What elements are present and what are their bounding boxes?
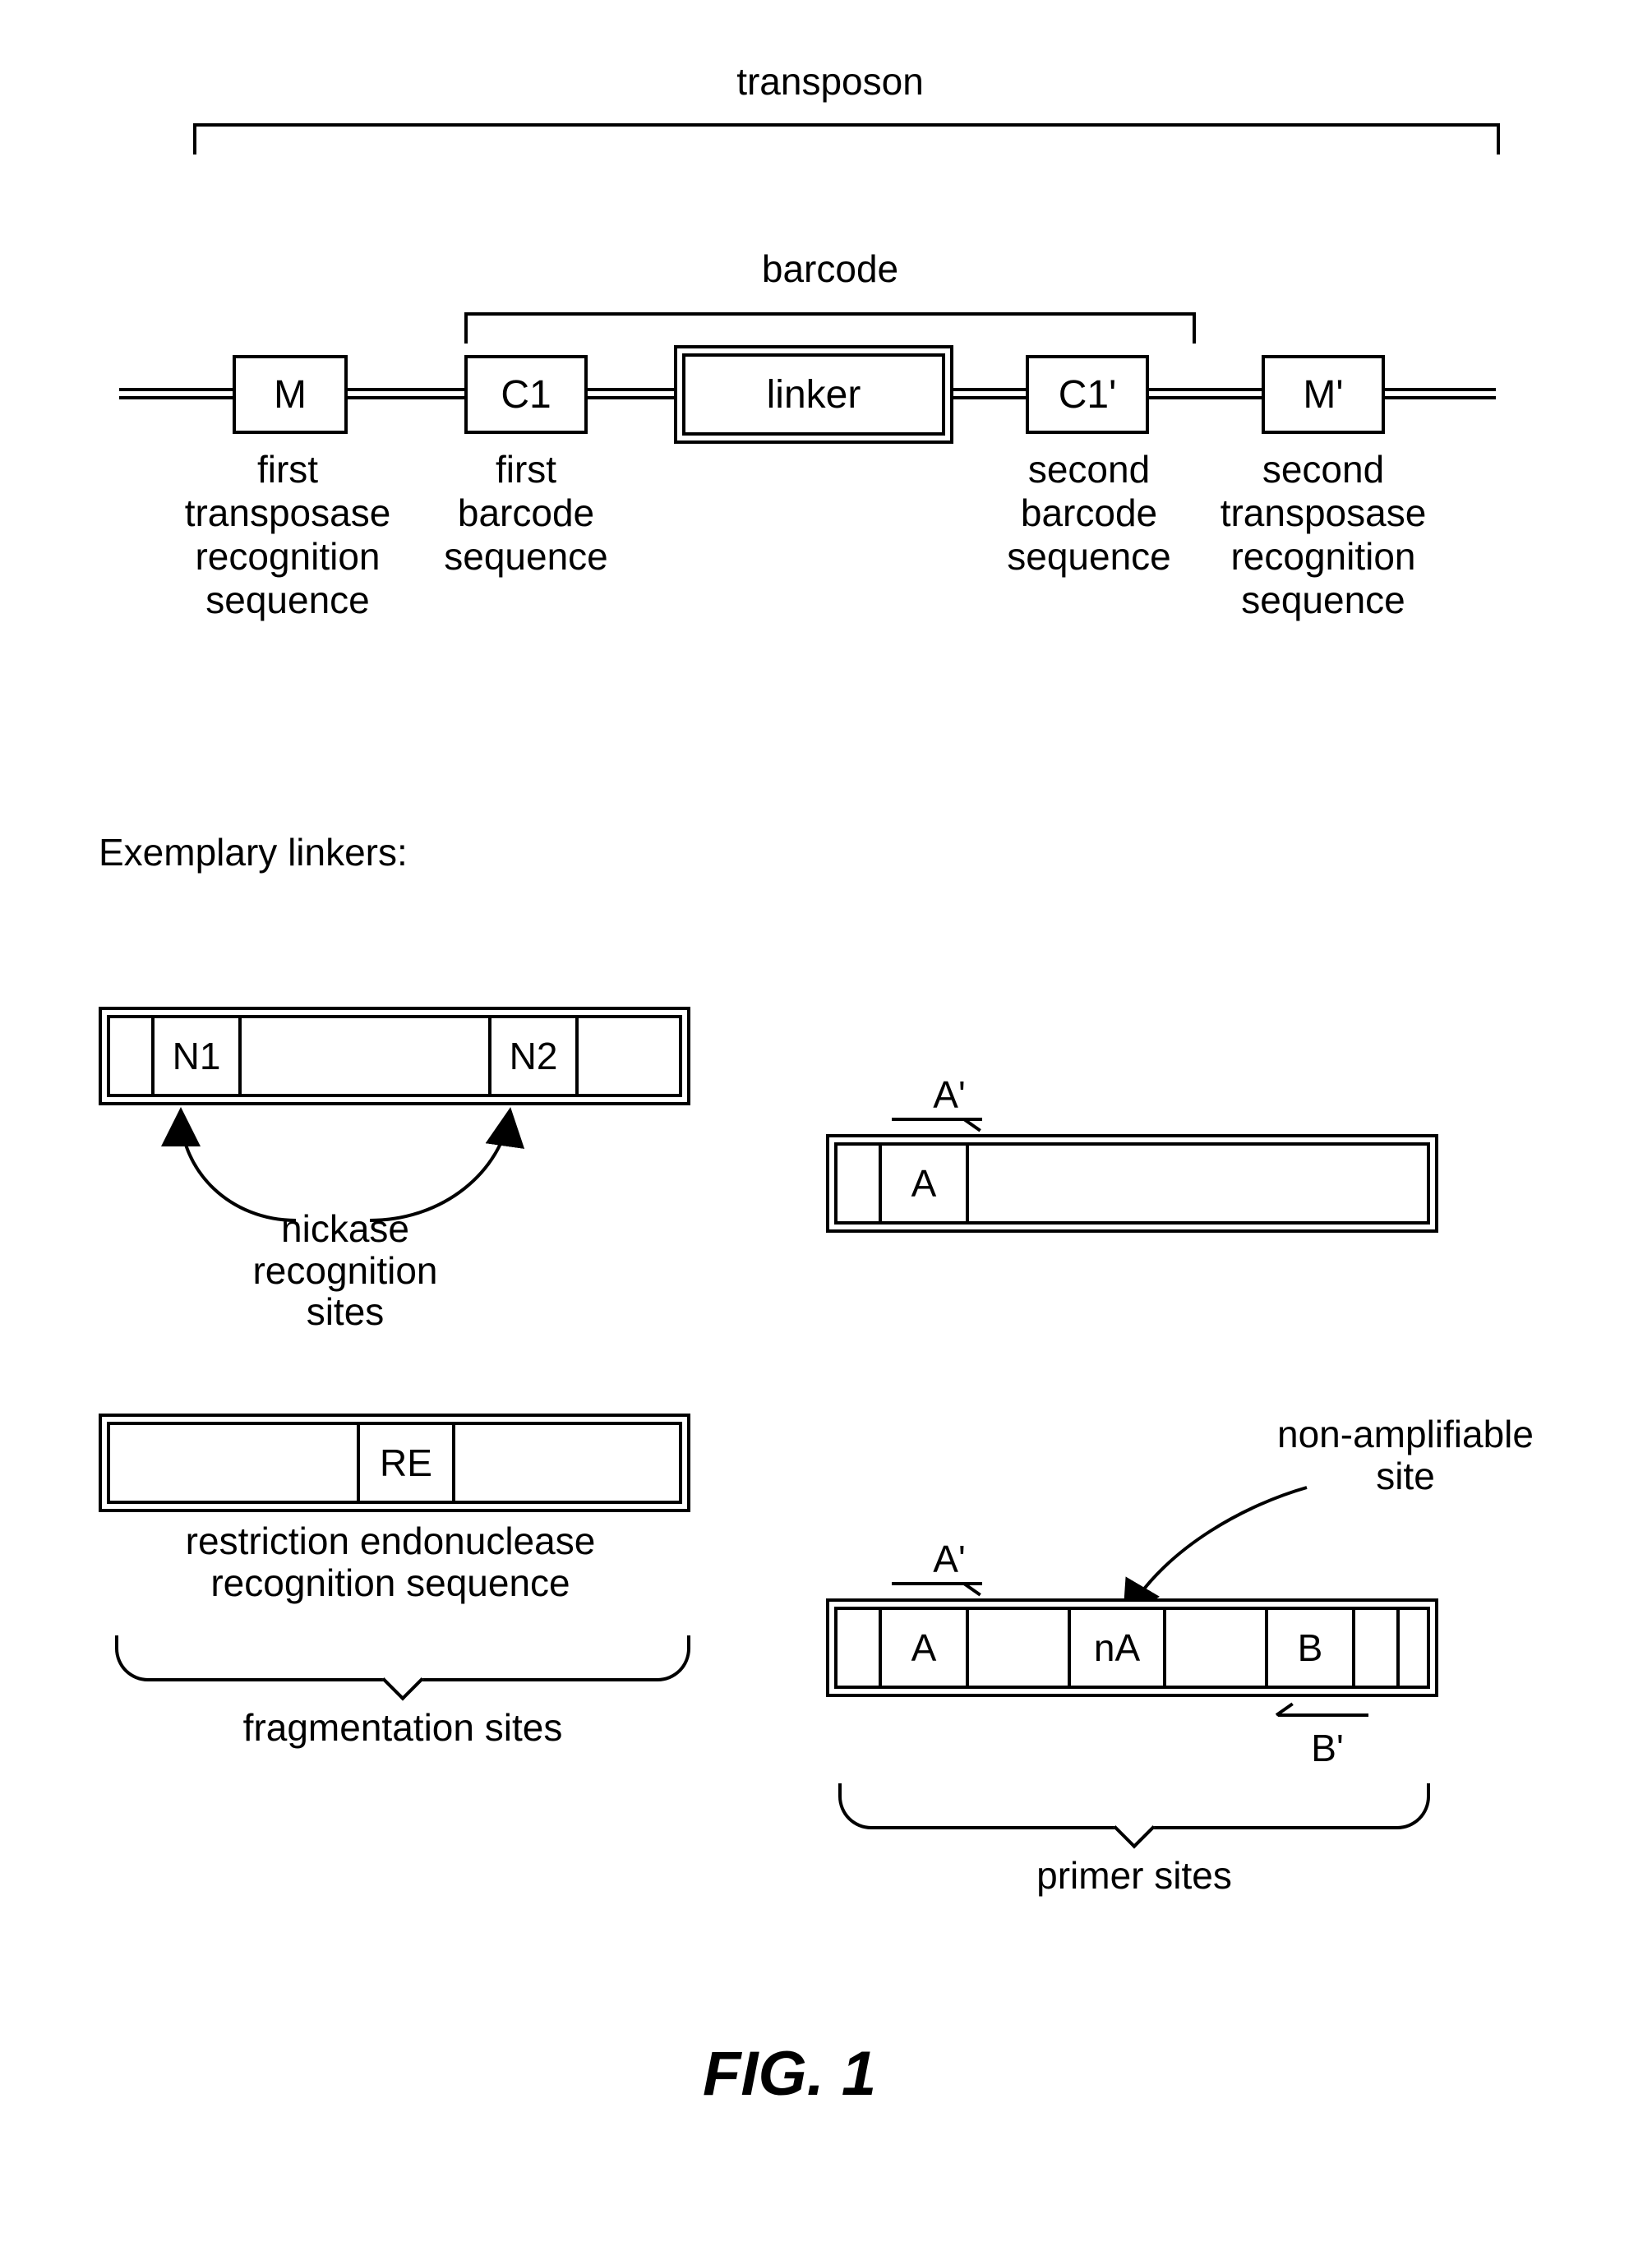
re-linker-box: RE xyxy=(99,1414,690,1512)
barcode-label: barcode xyxy=(723,247,937,291)
second-transposase-label: second transposase recognition sequence xyxy=(1192,448,1455,622)
barcode-bracket xyxy=(464,312,1196,316)
first-transposase-label: first transposase recognition sequence xyxy=(156,448,419,622)
seg-N2: N2 xyxy=(488,1018,579,1094)
primer-sites-label: primer sites xyxy=(986,1853,1282,1898)
seg-A-2: A xyxy=(882,1610,969,1686)
nickase-linker-box: N1 N2 xyxy=(99,1007,690,1105)
exemplary-linkers-heading: Exemplary linkers: xyxy=(99,830,592,874)
fragmentation-label: fragmentation sites xyxy=(214,1705,592,1750)
dna-rule xyxy=(953,388,1027,399)
box-linker-inner: linker xyxy=(682,353,945,436)
primer-Bp xyxy=(1278,1713,1368,1717)
restriction-label: restriction endonuclease recognition seq… xyxy=(127,1520,653,1603)
seg-nA: nA xyxy=(1068,1610,1166,1686)
box-M: M xyxy=(233,355,348,434)
box-Mp: M' xyxy=(1262,355,1385,434)
box-C1p: C1' xyxy=(1026,355,1149,434)
dna-rule xyxy=(1147,388,1262,399)
primer-sites-brace xyxy=(838,1783,1430,1829)
dna-rule xyxy=(119,388,234,399)
seg-A-1: A xyxy=(882,1146,969,1221)
figure-title: FIG. 1 xyxy=(703,2038,876,2110)
primer-linker-box-2: A nA B xyxy=(826,1598,1438,1697)
fragmentation-brace xyxy=(115,1635,690,1681)
box-C1: C1 xyxy=(464,355,588,434)
seg-N1: N1 xyxy=(151,1018,242,1094)
Bp-label: B' xyxy=(1294,1726,1360,1770)
Ap-label-2: A' xyxy=(916,1537,982,1581)
box-linker: linker xyxy=(674,345,953,444)
dna-rule xyxy=(1381,388,1496,399)
seg-RE: RE xyxy=(357,1425,455,1501)
primer-Ap-2 xyxy=(892,1582,982,1585)
first-barcode-label: first barcode sequence xyxy=(415,448,637,579)
dna-rule xyxy=(588,388,674,399)
Ap-label-1: A' xyxy=(916,1072,982,1117)
primer-Ap-1 xyxy=(892,1118,982,1121)
seg-B: B xyxy=(1265,1610,1355,1686)
second-barcode-label: second barcode sequence xyxy=(974,448,1204,579)
nickase-label: nickase recognition sites xyxy=(222,1208,468,1333)
primer-linker-box-1: A xyxy=(826,1134,1438,1233)
transposon-label: transposon xyxy=(707,59,953,104)
transposon-bracket xyxy=(193,123,1500,127)
dna-rule xyxy=(345,388,464,399)
